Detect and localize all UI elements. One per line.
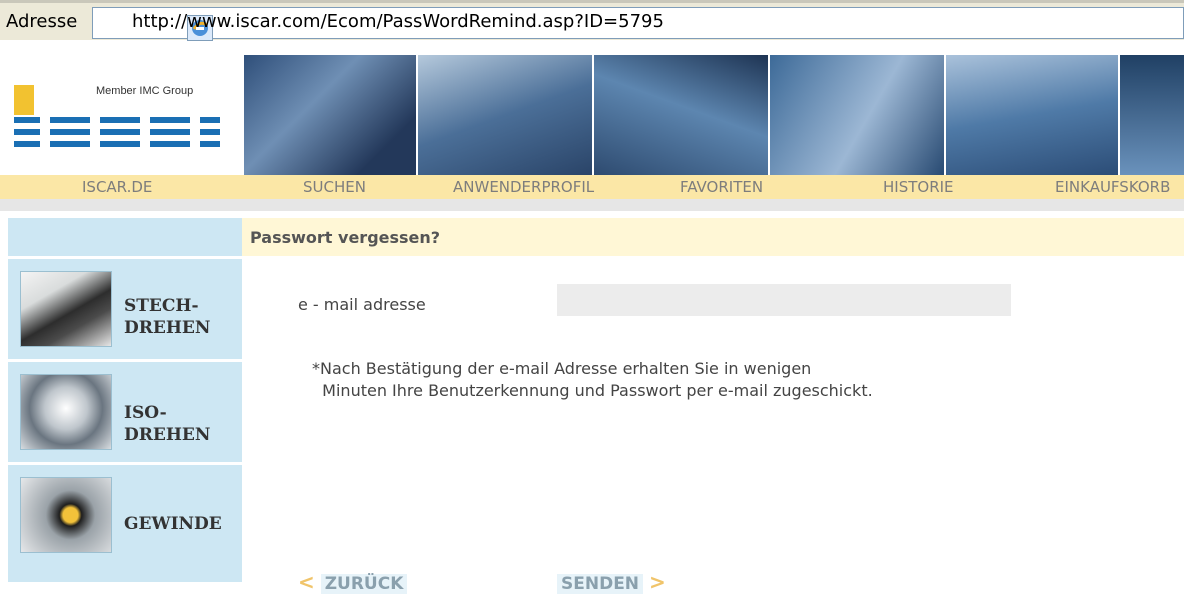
sidebar-item-stechdrehen[interactable]: STECH- DREHEN (8, 256, 242, 356)
logo-tagline: Member IMC Group (96, 85, 194, 97)
sidebar-item-label: ISO- DREHEN (124, 403, 211, 445)
email-input[interactable] (557, 284, 1011, 316)
site-header: Member IMC Group (0, 55, 1184, 175)
nav-item-iscar-de[interactable]: ISCAR.DE (82, 178, 152, 196)
threading-tool-thumbnail (20, 477, 112, 553)
sidebar-item-label: GEWINDE (124, 514, 222, 534)
sidebar-item-gewinde[interactable]: GEWINDE (8, 462, 242, 562)
main-nav: ISCAR.DE SUCHEN ANWENDERPROFIL FAVORITEN… (0, 175, 1184, 199)
banner-photo-4 (770, 55, 944, 175)
nav-item-suchen[interactable]: SUCHEN (303, 178, 366, 196)
banner-photo-6 (1120, 55, 1184, 175)
grooving-tool-thumbnail (20, 271, 112, 347)
iso-turning-tool-thumbnail (20, 374, 112, 450)
product-sidebar: STECH- DREHEN ISO- DREHEN GEWINDE (8, 218, 242, 582)
sidebar-item-label: STECH- DREHEN (124, 296, 211, 338)
banner-photo-5 (946, 55, 1118, 175)
form-title-bar: Passwort vergessen? (242, 218, 1184, 256)
address-bar: Adresse http://www.iscar.com/Ecom/PassWo… (0, 0, 1184, 41)
info-note: *Nach Bestätigung der e-mail Adresse erh… (312, 359, 873, 400)
back-button[interactable]: < ZURÜCK (298, 570, 408, 594)
nav-item-anwenderprofil[interactable]: ANWENDERPROFIL (453, 178, 594, 196)
sidebar-item-isodrehen[interactable]: ISO- DREHEN (8, 359, 242, 459)
iscar-logo[interactable]: Member IMC Group (0, 55, 240, 175)
banner-photo-2 (418, 55, 592, 175)
banner-photo-3 (594, 55, 768, 175)
arrow-right-icon: > (648, 570, 666, 594)
nav-item-einkaufskorb[interactable]: EINKAUFSKORB (1055, 178, 1170, 196)
send-button[interactable]: SENDEN > (557, 570, 666, 594)
arrow-left-icon: < (298, 570, 315, 594)
nav-item-historie[interactable]: HISTORIE (883, 178, 954, 196)
address-url[interactable]: http://www.iscar.com/Ecom/PassWordRemind… (132, 11, 664, 32)
nav-divider (0, 199, 1184, 211)
email-label: e - mail adresse (298, 295, 426, 314)
nav-item-favoriten[interactable]: FAVORITEN (680, 178, 763, 196)
address-label: Adresse (6, 11, 78, 32)
banner-photo-1 (244, 55, 416, 175)
page-title: Passwort vergessen? (250, 228, 441, 247)
